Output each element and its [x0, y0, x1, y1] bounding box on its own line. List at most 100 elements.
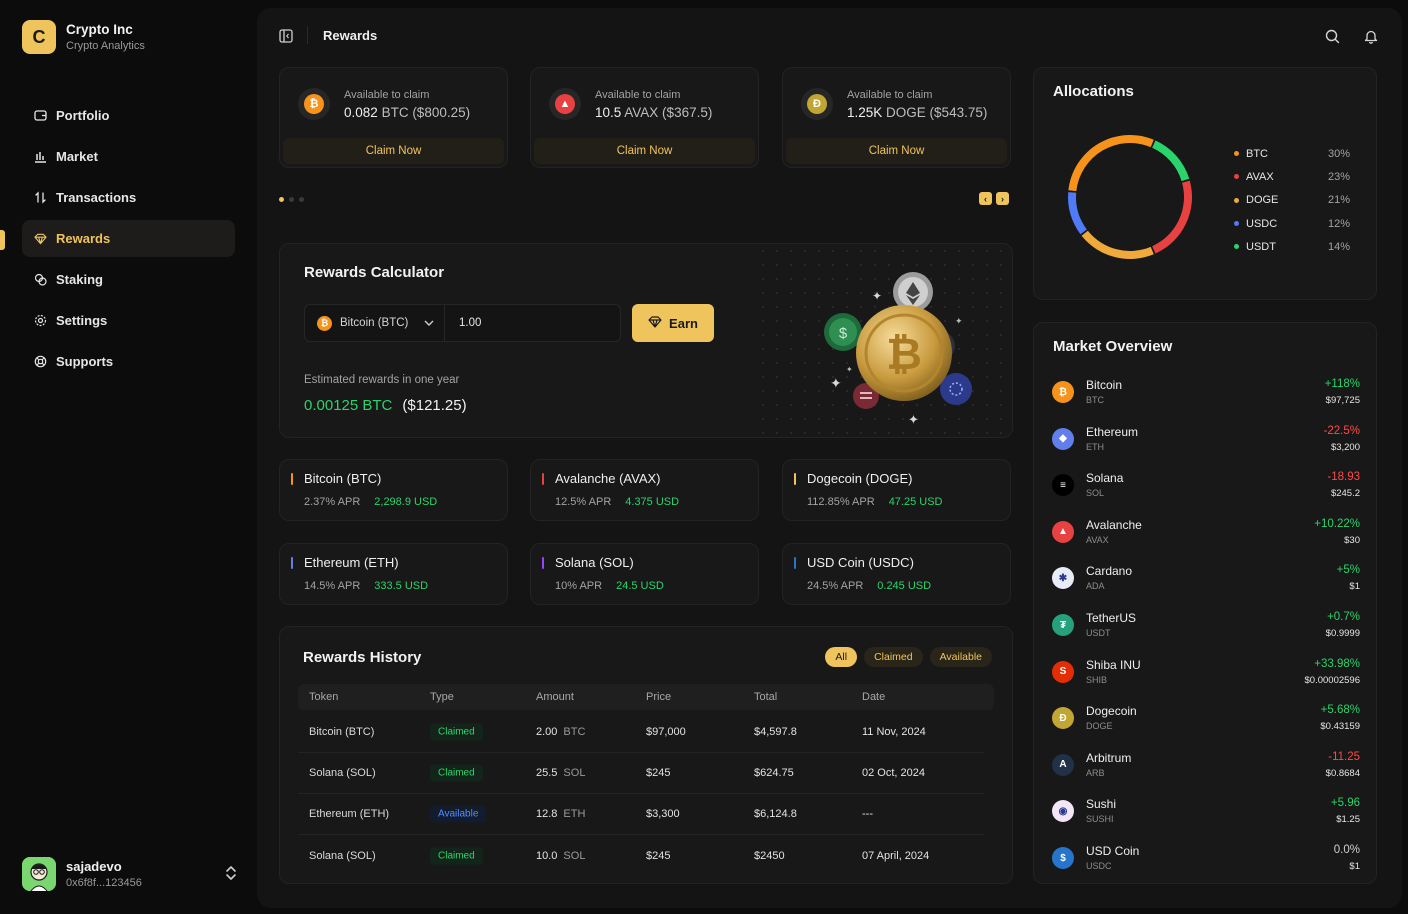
- table-row[interactable]: Solana (SOL) Claimed 10.0 SOL $245 $2450 …: [298, 835, 984, 876]
- amount-unit: BTC: [563, 726, 586, 738]
- donut-slice-avax[interactable]: [1152, 180, 1192, 254]
- diamond-icon: [648, 315, 662, 331]
- accent-bar: [542, 473, 544, 485]
- legend-percent: 14%: [1327, 240, 1350, 253]
- sidebar-item-staking[interactable]: Staking: [22, 261, 235, 298]
- donut-slice-doge[interactable]: [1081, 230, 1154, 259]
- brand-subtitle: Crypto Analytics: [66, 40, 145, 52]
- column-header[interactable]: Amount: [536, 691, 574, 703]
- status-badge: Claimed: [430, 764, 483, 782]
- apr-card[interactable]: Solana (SOL) 10% APR 24.5 USD: [530, 543, 759, 605]
- brand[interactable]: C Crypto Inc Crypto Analytics: [22, 20, 145, 54]
- apr-usd: 24.5 USD: [616, 580, 664, 592]
- coin-price: $0.8684: [1325, 767, 1360, 779]
- claim-now-button[interactable]: Claim Now: [534, 138, 755, 164]
- column-header[interactable]: Token: [309, 691, 338, 703]
- coin-icon-wrap: ▲: [549, 88, 581, 120]
- user-profile[interactable]: sajadevo 0x6f8f...123456: [22, 857, 237, 891]
- amount-value: 2.00: [536, 726, 558, 738]
- claim-card: Ð Available to claim 1.25K DOGE ($543.75…: [782, 67, 1011, 168]
- chevron-left-icon[interactable]: ‹: [979, 192, 992, 205]
- sidebar-item-rewards[interactable]: Rewards: [22, 220, 235, 257]
- chevron-right-icon[interactable]: ›: [996, 192, 1009, 205]
- claim-now-button[interactable]: Claim Now: [283, 138, 504, 164]
- price-change: +118%: [1324, 378, 1360, 390]
- apr-coin-name: Solana (SOL): [555, 555, 634, 570]
- accent-bar: [794, 473, 796, 485]
- price-change: -22.5%: [1323, 424, 1360, 437]
- sidebar-item-settings[interactable]: Settings: [22, 302, 235, 339]
- apr-rate: 112.85% APR: [807, 496, 875, 508]
- type-cell: Claimed: [430, 723, 483, 741]
- earn-button[interactable]: Earn: [632, 304, 714, 342]
- table-row[interactable]: Ethereum (ETH) Available 12.8 ETH $3,300 …: [298, 794, 984, 835]
- shiba-inu-icon: S: [1052, 660, 1074, 683]
- legend-item: DOGE 21%: [1234, 189, 1350, 212]
- coin-select-value: Bitcoin (BTC): [340, 317, 409, 329]
- column-header[interactable]: Date: [862, 691, 885, 703]
- filter-claimed[interactable]: Claimed: [864, 647, 923, 667]
- filter-all[interactable]: All: [825, 647, 858, 667]
- table-row[interactable]: Bitcoin (BTC) Claimed 2.00 BTC $97,000 $4…: [298, 712, 984, 753]
- donut-slice-usdt[interactable]: [1152, 140, 1190, 182]
- ethereum-icon: ◆: [1052, 427, 1074, 450]
- bitcoin-icon: ₿: [317, 315, 332, 331]
- coin-symbol: SUSHI: [1086, 814, 1114, 825]
- market-overview: Market Overview ₿ Bitcoin BTC +118% $97,…: [1033, 322, 1377, 884]
- estimate-result: 0.00125 BTC ($121.25): [304, 397, 467, 414]
- donut-slice-usdc[interactable]: [1068, 192, 1087, 235]
- market-item-usdt[interactable]: ₮ TetherUS USDT +0.7% $0.9999: [1052, 606, 1360, 646]
- market-item-doge[interactable]: Ð Dogecoin DOGE +5.68% $0.43159: [1052, 699, 1360, 739]
- market-item-shib[interactable]: S Shiba INU SHIB +33.98% $0.00002596: [1052, 653, 1360, 693]
- coins-icon: [34, 273, 47, 286]
- apr-card[interactable]: Bitcoin (BTC) 2.37% APR 2,298.9 USD: [279, 459, 508, 521]
- claim-amount-value: 0.082: [344, 104, 378, 120]
- coin-name: TetherUS: [1086, 611, 1137, 625]
- market-item-sol[interactable]: ≡ Solana SOL -18.93 $245.2: [1052, 466, 1360, 506]
- column-header[interactable]: Type: [430, 691, 454, 703]
- apr-card[interactable]: USD Coin (USDC) 24.5% APR 0.245 USD: [782, 543, 1011, 605]
- apr-card[interactable]: Avalanche (AVAX) 12.5% APR 4.375 USD: [530, 459, 759, 521]
- carousel-dots[interactable]: [279, 197, 304, 202]
- amount-input[interactable]: 1.00: [445, 317, 481, 329]
- market-item-arb[interactable]: A Arbitrum ARB -11.25 $0.8684: [1052, 746, 1360, 786]
- amount-cell: 25.5 SOL: [536, 767, 585, 779]
- search-icon[interactable]: [1325, 29, 1340, 49]
- market-item-eth[interactable]: ◆ Ethereum ETH -22.5% $3,200: [1052, 420, 1360, 460]
- column-header[interactable]: Total: [754, 691, 777, 703]
- apr-coin-name: Dogecoin (DOGE): [807, 471, 913, 486]
- column-header[interactable]: Price: [646, 691, 671, 703]
- claim-now-button[interactable]: Claim Now: [786, 138, 1007, 164]
- sidebar-item-portfolio[interactable]: Portfolio: [22, 97, 235, 134]
- claim-amount-unit: DOGE ($543.75): [886, 104, 988, 120]
- apr-details: 24.5% APR 0.245 USD: [807, 580, 931, 592]
- bell-icon[interactable]: [1364, 29, 1378, 49]
- donut-slice-btc[interactable]: [1068, 134, 1154, 192]
- market-item-sushi[interactable]: ◉ Sushi SUSHI +5.96 $1.25: [1052, 792, 1360, 832]
- apr-details: 112.85% APR 47.25 USD: [807, 496, 943, 508]
- coin-price: $1: [1349, 861, 1360, 872]
- filter-available[interactable]: Available: [929, 647, 992, 667]
- market-item-usdc[interactable]: $ USD Coin USDC 0.0% $1: [1052, 839, 1360, 879]
- apr-details: 10% APR 24.5 USD: [555, 580, 664, 592]
- market-item-ada[interactable]: ✱ Cardano ADA +5% $1: [1052, 559, 1360, 599]
- price-change: +5.96: [1330, 797, 1360, 810]
- sidebar-item-transactions[interactable]: Transactions: [22, 179, 235, 216]
- coin-select[interactable]: ₿ Bitcoin (BTC): [305, 305, 445, 341]
- lifebuoy-icon: [34, 355, 47, 368]
- table-row[interactable]: Solana (SOL) Claimed 25.5 SOL $245 $624.7…: [298, 753, 984, 794]
- apr-card[interactable]: Ethereum (ETH) 14.5% APR 333.5 USD: [279, 543, 508, 605]
- sidebar-item-market[interactable]: Market: [22, 138, 235, 175]
- svg-text:✦: ✦: [955, 316, 963, 326]
- sidebar-item-supports[interactable]: Supports: [22, 343, 235, 380]
- market-item-btc[interactable]: ₿ Bitcoin BTC +118% $97,725: [1052, 373, 1360, 413]
- price-change: +0.7%: [1327, 611, 1360, 623]
- coin-name: Solana: [1086, 471, 1124, 486]
- claim-label: Available to claim: [344, 88, 430, 101]
- user-address: 0x6f8f...123456: [66, 877, 142, 889]
- market-item-avax[interactable]: ▲ Avalanche AVAX +10.22% $30: [1052, 513, 1360, 553]
- chevron-updown-icon[interactable]: [225, 865, 237, 884]
- apr-card[interactable]: Dogecoin (DOGE) 112.85% APR 47.25 USD: [782, 459, 1011, 521]
- sidebar-toggle-icon[interactable]: [279, 29, 293, 48]
- coin-price: $245.2: [1330, 488, 1360, 500]
